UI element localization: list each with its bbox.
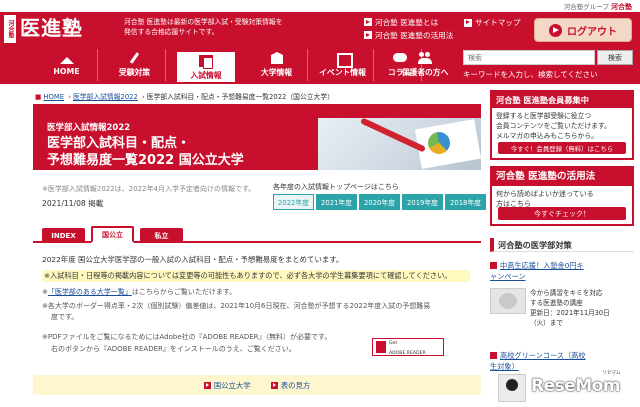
people-icon	[418, 52, 432, 64]
news-green-course[interactable]: 高校グリーンコース（高校 生対象）	[490, 350, 586, 372]
link-sitemap[interactable]: サイトマップ	[464, 17, 521, 28]
nav-events[interactable]: イベント情報	[312, 49, 374, 81]
breadcrumb-marker: ■	[35, 93, 42, 101]
page-banner: 医学部入試情報2022 医学部入試科目・配点・ 予想難易度一覧2022 国公立大…	[33, 104, 481, 170]
search-hint: キーワードを入力し、検索してください	[463, 70, 598, 79]
group-strip: 河合塾グループ 河合塾	[0, 0, 640, 12]
year-heading: 各年度の入試情報トップページはこちら	[273, 183, 399, 191]
nav-exam-info[interactable]: 入試情報	[175, 50, 237, 84]
nav-exam-prep[interactable]: 受験対策	[104, 49, 166, 81]
adobe-reader-button[interactable]: Get ADOBE READER	[372, 338, 444, 356]
year-2020[interactable]: 2020年度	[359, 194, 400, 210]
arrow-icon	[364, 18, 372, 26]
year-links: 2022年度 2021年度 2020年度 2019年度 2018年度	[273, 194, 488, 210]
pdf-note: ※PDFファイルをご覧になるためにはAdobe社の『ADOBE READER』（…	[42, 333, 332, 341]
group-label[interactable]: 河合塾グループ 河合塾	[564, 1, 632, 12]
link-howto[interactable]: 河合塾 医進塾の活用法	[364, 29, 534, 41]
site-logo[interactable]: 医進塾	[20, 15, 83, 41]
university-list-note: ※「医学部のある大学一覧」はこちらからご覧いただけます。	[42, 288, 237, 296]
tab-national[interactable]: 国公立	[91, 226, 134, 243]
logo-small[interactable]: 河合塾	[4, 15, 16, 43]
search-area: 検索 キーワードを入力し、検索してください	[463, 50, 633, 80]
tagline: 河合塾 医進塾は最新の医学部入試・受験対策情報を 発信する合格応援サイトです。	[124, 18, 283, 36]
kawai-measures: 河合塾の医学部対策 中高生応援！入塾金0円キ ャンペーン 今から講習をキミを対応 …	[490, 238, 634, 402]
tab-bar: INDEX 国公立 私立	[33, 226, 481, 243]
search-button[interactable]: 検索	[597, 50, 633, 65]
member-title: 河合塾 医進塾会員募集中	[492, 92, 632, 108]
year-2018[interactable]: 2018年度	[445, 194, 486, 210]
logout-button[interactable]: ログアウト	[534, 18, 632, 42]
tab-index[interactable]: INDEX	[42, 228, 85, 243]
arrow-icon	[270, 381, 278, 389]
adobe-icon	[376, 341, 386, 353]
link-national-universities[interactable]: 国公立大学	[203, 380, 251, 391]
student-avatar	[498, 374, 526, 402]
search-input[interactable]	[463, 50, 595, 65]
building-icon	[270, 52, 284, 64]
nav-university[interactable]: 大学情報	[246, 49, 308, 81]
news-lecture[interactable]: 今から講習をキミを対応 する医進塾の講座 更新日：2021年11月30日 （火）…	[490, 288, 610, 328]
page-title-line2: 予想難易度一覧2022 国公立大学	[47, 153, 244, 168]
member-box: 河合塾 医進塾会員募集中 登録すると医学部受験に役立つ 会員コンテンツをご覧いた…	[490, 90, 634, 160]
tab-private[interactable]: 私立	[140, 228, 183, 243]
post-date: 2021/11/08 掲載	[42, 199, 104, 208]
news-campaign[interactable]: 中高生応援！入塾金0円キ ャンペーン	[490, 260, 584, 282]
register-button[interactable]: 今すぐ！会員登録（無料）はこちら	[498, 142, 626, 154]
arrow-icon	[464, 18, 472, 27]
info-note: ※医学部入試情報2022は、2022年4月入学予定者向けの情報です。	[42, 185, 256, 193]
site-header: 河合塾 医進塾 河合塾 医進塾は最新の医学部入試・受験対策情報を 発信する合格応…	[0, 12, 640, 46]
link-how-to-read[interactable]: 表の見方	[270, 380, 310, 391]
home-icon	[59, 52, 74, 64]
document-icon	[199, 55, 213, 69]
pdf-note-cont: 右のボタンから『ADOBE READER』をインストールのうえ、ご覧ください。	[51, 345, 296, 353]
nav-parents[interactable]: 保護者の方へ	[393, 49, 457, 81]
section-title: 河合塾の医学部対策	[490, 238, 634, 252]
border-note-cont: 度です。	[51, 313, 79, 321]
breadcrumb-separator: ›	[68, 93, 71, 101]
resemom-watermark: リセマム ReseMom	[531, 370, 621, 396]
lead-text: 2022年度 国公立大学医学部の一般入試の入試科目・配点・予想難易度をまとめてい…	[42, 255, 344, 264]
member-body: 登録すると医学部受験に役立つ 会員コンテンツをご覧いただけます。 メルマガの申込…	[496, 112, 611, 140]
year-2021[interactable]: 2021年度	[316, 194, 357, 210]
breadcrumb-current: 医学部入試科目・配点・予想難易度一覧2022（国公立大学）	[146, 93, 334, 101]
check-button[interactable]: 今すぐチェック！	[498, 207, 626, 220]
year-2022[interactable]: 2022年度	[273, 194, 314, 210]
play-icon	[549, 23, 562, 37]
border-note: ※各大学のボーダー得点率・2次（個別試験）偏差値は、2021年10月6日現在、河…	[42, 302, 431, 310]
year-2019[interactable]: 2019年度	[402, 194, 443, 210]
arrow-icon	[203, 381, 211, 389]
howto-box: 河合塾 医進塾の活用法 何から読めばよいか迷っている 方はこちら 今すぐチェック…	[490, 166, 634, 226]
breadcrumb: ■ HOME › 医学部入試情報2022 › 医学部入試科目・配点・予想難易度一覧20…	[33, 91, 334, 101]
lecture-thumbnail	[490, 288, 526, 314]
warning-text: ※入試科目・日程等の掲載内容については変更等の可能性もありますので、必ず各大学の…	[42, 270, 470, 282]
main-nav: HOME 受験対策 入試情報 大学情報 イベント情報 コラム 保護者の方へ 検索…	[0, 46, 640, 84]
breadcrumb-level1[interactable]: 医学部入試情報2022	[73, 93, 138, 101]
university-list-link[interactable]: 「医学部のある大学一覧」	[48, 288, 132, 296]
arrow-icon	[490, 352, 497, 359]
pen-icon	[128, 52, 142, 64]
arrow-icon	[490, 262, 497, 269]
banner-photo	[318, 117, 481, 170]
arrow-icon	[364, 31, 372, 39]
howto-title: 河合塾 医進塾の活用法	[492, 168, 632, 186]
nav-home[interactable]: HOME	[36, 49, 98, 81]
calendar-icon	[336, 52, 353, 68]
breadcrumb-home[interactable]: HOME	[43, 93, 64, 101]
section-links: 国公立大学 表の見方	[33, 375, 481, 395]
breadcrumb-separator: ›	[142, 93, 145, 101]
